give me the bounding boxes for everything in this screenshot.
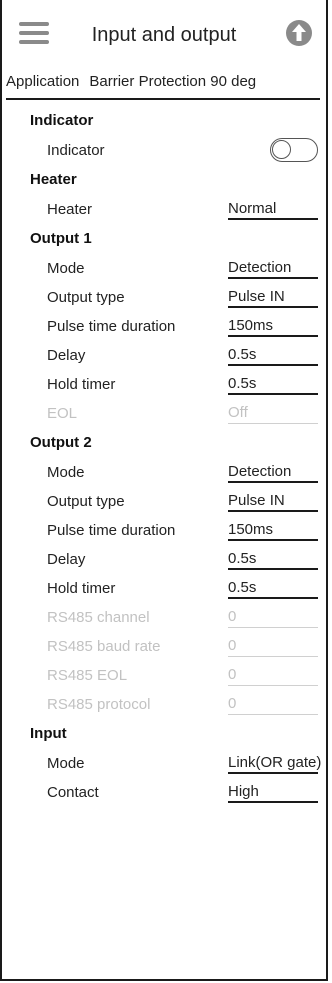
output1-mode-label: Mode	[47, 260, 85, 277]
output1-eol-label: EOL	[47, 405, 78, 422]
rs485-channel-label: RS485 channel	[47, 609, 150, 626]
header: Input and output	[2, 0, 326, 70]
output2-hold-field[interactable]: 0.5s	[228, 579, 318, 599]
output1-delay-field[interactable]: 0.5s	[228, 346, 318, 366]
rs485-protocol-label: RS485 protocol	[47, 696, 151, 713]
output1-mode-field[interactable]: Detection	[228, 259, 318, 279]
rs485-protocol-field: 0	[228, 695, 318, 715]
input-mode-field[interactable]: Link(OR gate)	[228, 754, 321, 774]
input-contact-row: Contact High	[2, 778, 326, 807]
output1-pulse-label: Pulse time duration	[47, 318, 176, 335]
output2-pulse-label: Pulse time duration	[47, 522, 176, 539]
output2-hold-row: Hold timer 0.5s	[2, 574, 326, 603]
output2-hold-label: Hold timer	[47, 580, 116, 597]
output2-mode-label: Mode	[47, 464, 85, 481]
output2-rs485-eol-row: RS485 EOL 0	[2, 661, 326, 690]
output2-type-label: Output type	[47, 493, 125, 510]
output2-type-row: Output type Pulse IN	[2, 487, 326, 516]
output2-delay-field[interactable]: 0.5s	[228, 550, 318, 570]
rs485-channel-field: 0	[228, 608, 318, 628]
output1-delay-row: Delay 0.5s	[2, 341, 326, 370]
section-input: Input	[30, 725, 67, 742]
section-indicator: Indicator	[30, 112, 94, 129]
page-title: Input and output	[91, 24, 237, 46]
settings-list: Indicator Indicator Heater Heater Normal…	[2, 100, 326, 807]
output1-hold-row: Hold timer 0.5s	[2, 370, 326, 399]
input-contact-field[interactable]: High	[228, 783, 318, 803]
output2-pulse-field[interactable]: 150ms	[228, 521, 318, 541]
heater-value-field[interactable]: Normal	[228, 200, 318, 220]
input-contact-label: Contact	[47, 784, 99, 801]
section-output-2: Output 2	[30, 434, 92, 451]
output1-hold-field[interactable]: 0.5s	[228, 375, 318, 395]
toggle-knob	[272, 140, 291, 159]
indicator-row: Indicator	[2, 136, 326, 165]
indicator-toggle[interactable]	[270, 138, 318, 162]
output1-type-row: Output type Pulse IN	[2, 283, 326, 312]
output1-pulse-field[interactable]: 150ms	[228, 317, 318, 337]
output1-type-label: Output type	[47, 289, 125, 306]
input-mode-label: Mode	[47, 755, 85, 772]
output2-type-field[interactable]: Pulse IN	[228, 492, 318, 512]
rs485-baud-label: RS485 baud rate	[47, 638, 161, 655]
output1-eol-row: EOL Off	[2, 399, 326, 428]
output1-hold-label: Hold timer	[47, 376, 116, 393]
section-heater: Heater	[30, 171, 77, 188]
output1-eol-field: Off	[228, 404, 318, 424]
rs485-baud-field: 0	[228, 637, 318, 657]
output2-mode-field[interactable]: Detection	[228, 463, 318, 483]
output2-delay-row: Delay 0.5s	[2, 545, 326, 574]
output1-delay-label: Delay	[47, 347, 86, 364]
output2-rs485-channel-row: RS485 channel 0	[2, 603, 326, 632]
output2-rs485-baud-row: RS485 baud rate 0	[2, 632, 326, 661]
input-mode-row: Mode Link(OR gate)	[2, 749, 326, 778]
output1-mode-row: Mode Detection	[2, 254, 326, 283]
output1-type-field[interactable]: Pulse IN	[228, 288, 318, 308]
output2-pulse-row: Pulse time duration 150ms	[2, 516, 326, 545]
output1-pulse-row: Pulse time duration 150ms	[2, 312, 326, 341]
application-bar: Application Barrier Protection 90 deg	[6, 70, 320, 100]
app-frame: Input and output Application Barrier Prot…	[0, 0, 328, 981]
output2-mode-row: Mode Detection	[2, 458, 326, 487]
rs485-eol-label: RS485 EOL	[47, 667, 128, 684]
application-label: Application	[6, 73, 80, 90]
application-value: Barrier Protection 90 deg	[89, 73, 257, 90]
rs485-eol-field: 0	[228, 666, 318, 686]
output2-delay-label: Delay	[47, 551, 86, 568]
indicator-label: Indicator	[47, 142, 105, 159]
heater-label: Heater	[47, 201, 93, 218]
output2-rs485-protocol-row: RS485 protocol 0	[2, 690, 326, 719]
upload-arrow-icon[interactable]	[285, 19, 313, 47]
section-output-1: Output 1	[30, 230, 92, 247]
heater-row: Heater Normal	[2, 195, 326, 224]
